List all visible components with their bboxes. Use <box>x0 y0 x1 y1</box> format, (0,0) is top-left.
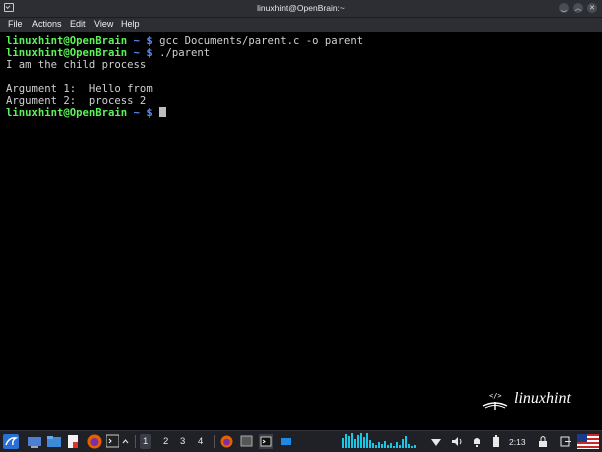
linuxhint-logo-icon: </> <box>482 392 508 410</box>
window-title: linuxhint@OpenBrain:~ <box>257 3 345 13</box>
firefox-icon[interactable] <box>87 434 102 449</box>
terminal-line: linuxhint@OpenBrain ~ $ <box>6 107 167 119</box>
clock[interactable]: 2:13 <box>509 437 526 447</box>
terminal-area[interactable]: linuxhint@OpenBrain ~ $ gcc Documents/pa… <box>0 32 602 430</box>
terminal-line: linuxhint@OpenBrain ~ $ ./parent <box>6 47 210 59</box>
volume-icon[interactable] <box>451 434 463 449</box>
file-manager-icon[interactable] <box>47 434 61 449</box>
taskbar-separator <box>135 435 136 448</box>
menu-view[interactable]: View <box>94 19 113 29</box>
prompt: linuxhint@OpenBrain <box>6 47 128 59</box>
text-cursor <box>159 107 167 117</box>
workspace-4[interactable]: 4 <box>198 436 203 447</box>
battery-icon[interactable] <box>491 434 501 449</box>
logo-badge-text: </> <box>489 392 502 400</box>
prompt: linuxhint@OpenBrain <box>6 107 128 119</box>
taskbar-separator <box>214 435 215 448</box>
output-line: I am the child process <box>6 59 147 71</box>
minimize-button[interactable]: ‿ <box>559 3 569 13</box>
flag-icon[interactable] <box>577 434 599 449</box>
menu-help[interactable]: Help <box>121 19 140 29</box>
kali-menu-icon[interactable] <box>3 434 19 449</box>
maximize-button[interactable]: ︿ <box>573 3 583 13</box>
terminal-icon[interactable] <box>106 434 119 449</box>
screen-task-icon[interactable] <box>280 434 292 449</box>
terminal-task-icon[interactable] <box>259 434 273 449</box>
firefox-task-icon[interactable] <box>220 434 233 449</box>
output-line: Argument 2: process 2 <box>6 95 147 107</box>
menu-bar: File Actions Edit View Help <box>0 18 602 32</box>
prompt-symbol: ~ $ <box>127 107 160 119</box>
menu-actions[interactable]: Actions <box>32 19 62 29</box>
command-text: ./parent <box>159 47 211 59</box>
menu-edit[interactable]: Edit <box>70 19 86 29</box>
workspace-3[interactable]: 3 <box>180 436 185 447</box>
text-editor-icon[interactable] <box>67 434 79 449</box>
close-button[interactable]: ✕ <box>587 3 597 13</box>
logout-icon[interactable] <box>558 434 572 449</box>
output-line: Argument 1: Hello from <box>6 83 153 95</box>
terminal-line: linuxhint@OpenBrain ~ $ gcc Documents/pa… <box>6 35 363 47</box>
window-task-icon[interactable] <box>240 434 253 449</box>
taskbar: 1 2 3 4 2:13 <box>0 430 602 452</box>
chevron-up-icon[interactable] <box>121 434 130 449</box>
lock-icon[interactable] <box>537 434 549 449</box>
menu-file[interactable]: File <box>8 19 23 29</box>
workspace-1[interactable]: 1 <box>140 434 152 449</box>
prompt-symbol: ~ $ <box>127 35 160 47</box>
window-titlebar: linuxhint@OpenBrain:~ ‿ ︿ ✕ <box>0 0 602 18</box>
cpu-graph <box>342 433 420 449</box>
notification-icon[interactable] <box>471 434 483 449</box>
network-icon[interactable] <box>430 434 442 449</box>
command-text: gcc Documents/parent.c -o parent <box>159 35 364 47</box>
desktop-icon[interactable] <box>28 434 41 449</box>
prompt: linuxhint@OpenBrain <box>6 35 128 47</box>
watermark-text: linuxhint <box>514 390 571 407</box>
prompt-symbol: ~ $ <box>127 47 160 59</box>
workspace-2[interactable]: 2 <box>163 436 168 447</box>
linuxhint-watermark: </> linuxhint <box>474 388 594 414</box>
